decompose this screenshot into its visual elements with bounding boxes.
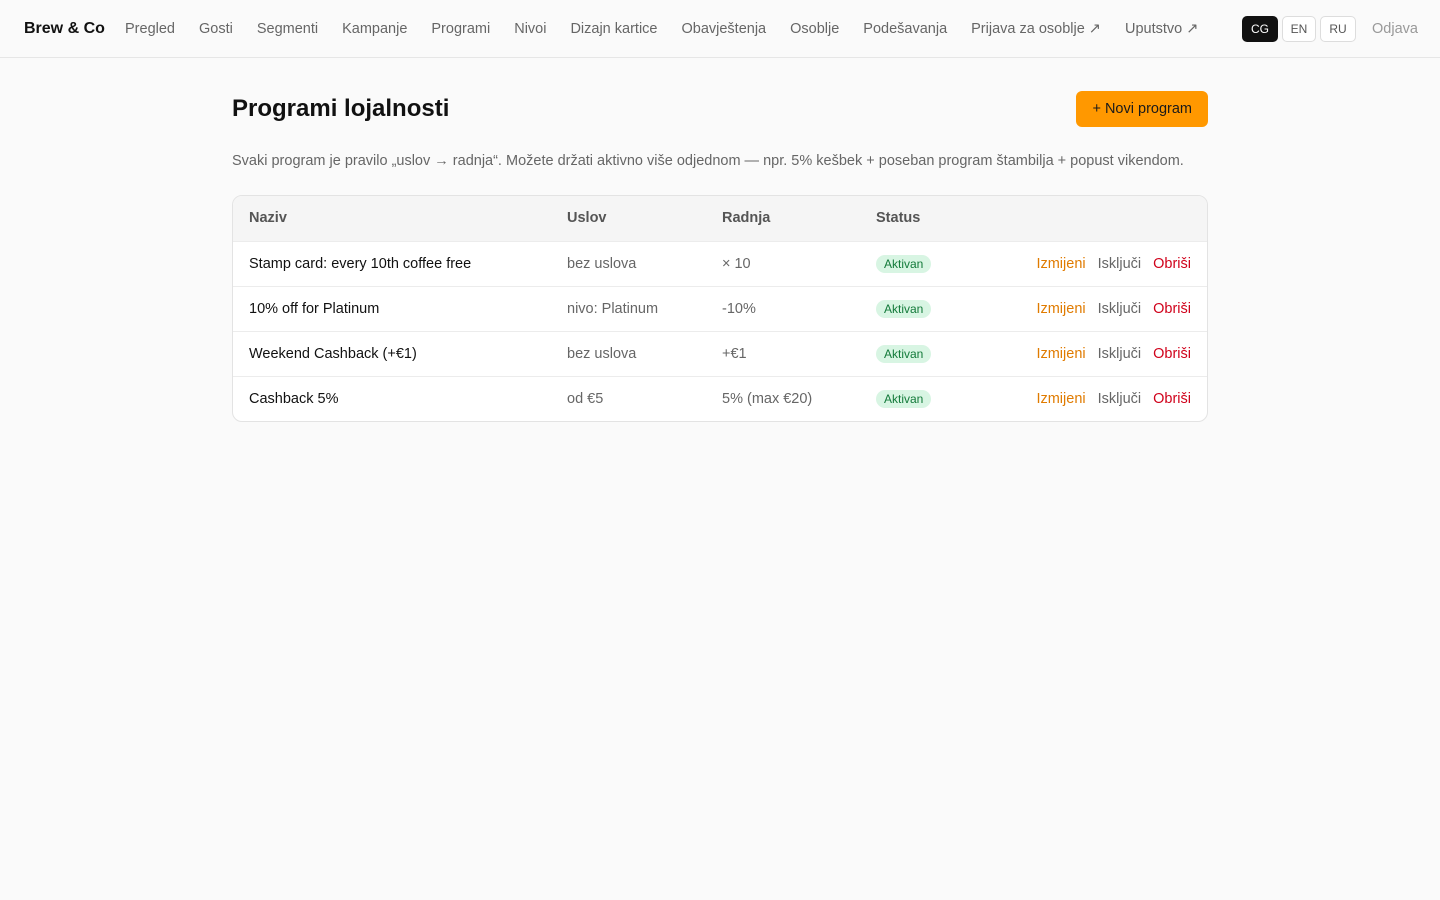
column-header-name: Naziv [249, 210, 287, 226]
delete-link[interactable]: Obriši [1153, 242, 1191, 286]
program-action: × 10 [722, 256, 751, 272]
disable-link[interactable]: Isključi [1098, 287, 1142, 331]
program-name: Cashback 5% [249, 391, 339, 407]
status-cell: Aktivan [876, 377, 932, 421]
status-badge: Aktivan [876, 300, 932, 319]
page-description: Svaki program je pravilo „uslov → radnja… [232, 153, 1184, 169]
table-row: 10% off for Platinum nivo: Platinum -10% Ak… [233, 286, 1207, 331]
nav-programi[interactable]: Programi [431, 19, 490, 39]
edit-link[interactable]: Izmijeni [1036, 332, 1085, 376]
program-name: 10% off for Platinum [249, 301, 380, 317]
main-nav: Pregled Gosti Segmenti Kampanje Programi Nivo… [125, 19, 1222, 39]
nav-dizajn-kartice[interactable]: Dizajn kartice [570, 19, 657, 39]
nav-prijava-za-osoblje[interactable]: Prijava za osoblje ↗ [971, 19, 1101, 39]
status-cell: Aktivan [876, 287, 932, 331]
program-action: -10% [722, 301, 756, 317]
page-title: Programi lojalnosti [232, 95, 450, 122]
disable-link[interactable]: Isključi [1098, 332, 1142, 376]
nav-nivoi[interactable]: Nivoi [514, 19, 546, 39]
row-actions: Izmijeni Isključi Obriši [1036, 287, 1191, 331]
status-cell: Aktivan [876, 332, 932, 376]
table-row: Stamp card: every 10th coffee free bez us… [233, 241, 1207, 286]
language-switcher: CG EN RU [1242, 16, 1356, 42]
language-button-en[interactable]: EN [1282, 16, 1316, 42]
program-condition: bez uslova [567, 256, 637, 272]
nav-segmenti[interactable]: Segmenti [257, 19, 318, 39]
row-actions: Izmijeni Isključi Obriši [1036, 242, 1191, 286]
table-body: Stamp card: every 10th coffee free bez us… [233, 241, 1207, 421]
nav-gosti[interactable]: Gosti [199, 19, 233, 39]
nav-podesavanja[interactable]: Podešavanja [863, 19, 947, 39]
status-badge: Aktivan [876, 345, 932, 364]
programs-table: Naziv Uslov Radnja Status Stamp card: ev… [232, 195, 1208, 422]
table-row: Cashback 5% od €5 5% (max €20) Aktivan Izmij… [233, 376, 1207, 421]
language-button-cg[interactable]: CG [1242, 16, 1278, 42]
program-action: +€1 [722, 346, 747, 362]
row-actions: Izmijeni Isključi Obriši [1036, 332, 1191, 376]
edit-link[interactable]: Izmijeni [1036, 242, 1085, 286]
delete-link[interactable]: Obriši [1153, 332, 1191, 376]
disable-link[interactable]: Isključi [1098, 242, 1142, 286]
status-badge: Aktivan [876, 390, 932, 409]
nav-obavjestenja[interactable]: Obavještenja [681, 19, 766, 39]
top-navigation-bar: Brew & Co Pregled Gosti Segmenti Kampanje Pr… [0, 0, 1440, 58]
logout-link[interactable]: Odjava [1372, 19, 1418, 39]
nav-pregled[interactable]: Pregled [125, 19, 175, 39]
brand-logo[interactable]: Brew & Co [24, 19, 105, 39]
row-actions: Izmijeni Isključi Obriši [1036, 377, 1191, 421]
program-action: 5% (max €20) [722, 391, 813, 407]
new-program-button[interactable]: + Novi program [1076, 91, 1208, 127]
nav-osoblje[interactable]: Osoblje [790, 19, 839, 39]
status-badge: Aktivan [876, 255, 932, 274]
nav-uputstvo[interactable]: Uputstvo ↗ [1125, 19, 1198, 39]
disable-link[interactable]: Isključi [1098, 377, 1142, 421]
edit-link[interactable]: Izmijeni [1036, 287, 1085, 331]
column-header-action: Radnja [722, 210, 771, 226]
delete-link[interactable]: Obriši [1153, 287, 1191, 331]
column-header-condition: Uslov [567, 210, 607, 226]
table-row: Weekend Cashback (+€1) bez uslova +€1 Aktiv… [233, 331, 1207, 376]
program-name: Stamp card: every 10th coffee free [249, 256, 472, 272]
status-cell: Aktivan [876, 242, 932, 286]
delete-link[interactable]: Obriši [1153, 377, 1191, 421]
table-header-row: Naziv Uslov Radnja Status [233, 196, 1207, 241]
edit-link[interactable]: Izmijeni [1036, 377, 1085, 421]
program-condition: nivo: Platinum [567, 301, 659, 317]
column-header-status: Status [876, 210, 921, 226]
nav-kampanje[interactable]: Kampanje [342, 19, 407, 39]
program-condition: od €5 [567, 391, 604, 407]
language-button-ru[interactable]: RU [1320, 16, 1356, 42]
program-condition: bez uslova [567, 346, 637, 362]
program-name: Weekend Cashback (+€1) [249, 346, 417, 362]
